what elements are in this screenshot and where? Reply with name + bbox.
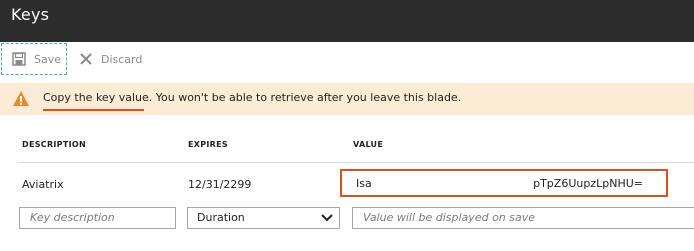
toolbar: Save Discard — [0, 42, 694, 78]
column-header-description: DESCRIPTION — [22, 140, 86, 149]
warning-banner: Copy the key value. You won't be able to… — [0, 83, 694, 115]
key-description-placeholder: Key description — [30, 211, 115, 224]
key-value-end: pTpZ6UupzLpNHU= — [533, 177, 643, 190]
key-description-input[interactable]: Key description — [19, 207, 176, 229]
blade-title: Keys — [11, 5, 50, 24]
blade-header: Keys — [0, 0, 694, 42]
key-value-start: Isa — [356, 177, 372, 190]
duration-value: Duration — [197, 211, 245, 224]
save-label: Save — [34, 52, 62, 66]
save-button[interactable]: Save — [1, 43, 67, 75]
key-value-field[interactable]: Isa pTpZ6UupzLpNHU= — [340, 169, 668, 197]
value-input[interactable]: Value will be displayed on save — [352, 207, 694, 229]
header-divider — [18, 162, 694, 163]
warning-icon — [13, 91, 29, 106]
chevron-down-icon — [321, 214, 333, 222]
value-placeholder: Value will be displayed on save — [363, 211, 536, 224]
duration-select[interactable]: Duration — [187, 207, 340, 229]
annotation-underline — [43, 109, 144, 111]
discard-button[interactable]: Discard — [79, 43, 159, 75]
row-expires: 12/31/2299 — [188, 178, 252, 191]
save-icon — [12, 52, 26, 66]
discard-label: Discard — [101, 52, 143, 66]
banner-message: Copy the key value. You won't be able to… — [43, 91, 462, 104]
column-header-value: VALUE — [353, 140, 384, 149]
column-header-expires: EXPIRES — [188, 140, 228, 149]
close-icon — [80, 53, 92, 65]
row-description: Aviatrix — [22, 178, 64, 191]
